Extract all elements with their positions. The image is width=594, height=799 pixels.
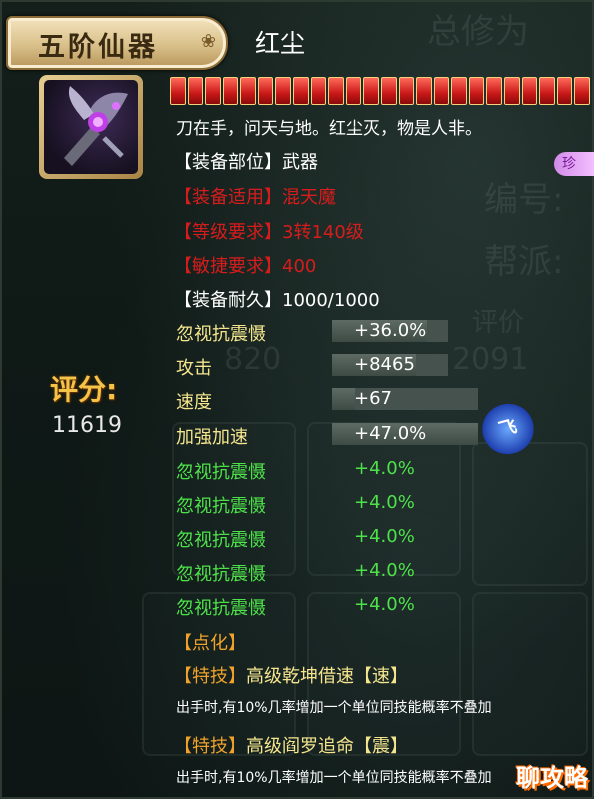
durability-segment: [574, 77, 590, 105]
durability-segment: [451, 77, 467, 105]
durability-bar: [170, 77, 590, 105]
watermark: 聊攻略: [516, 764, 588, 792]
stat-name: 忽视抗震慑: [176, 324, 266, 345]
bonus-stat-name: 忽视抗震慑: [176, 496, 266, 517]
stat-name: 攻击: [176, 358, 212, 379]
skill-prefix: 【特技】: [174, 736, 246, 757]
durability-segment: [275, 77, 292, 105]
score-label: 评分:: [50, 373, 118, 406]
attribute-agility-req: 【敏捷要求】400: [174, 256, 317, 277]
bg-text: 总修为: [427, 12, 529, 52]
durability-segment: [257, 77, 274, 105]
durability-segment: [380, 77, 397, 105]
durability-segment: [521, 77, 538, 105]
durability-segment: [240, 77, 256, 105]
attribute-class-req: 【装备适用】混天魔: [174, 187, 336, 208]
durability-segment: [328, 77, 344, 105]
dianhua-label: 【点化】: [174, 633, 246, 654]
durability-segment: [293, 77, 309, 105]
durability-segment: [503, 77, 520, 105]
durability-segment: [345, 77, 362, 105]
durability-segment: [398, 77, 415, 105]
bg-text: 帮派:: [484, 242, 564, 282]
stat-name: 速度: [176, 392, 212, 413]
durability-segment: [310, 77, 327, 105]
skill-line: 【特技】高级阎罗追命【震】: [174, 732, 408, 758]
skill-prefix: 【特技】: [174, 666, 246, 687]
durability-segment: [170, 77, 186, 105]
durability-segment: [416, 77, 432, 105]
bonus-stat-name: 忽视抗震慑: [176, 564, 266, 585]
bg-text: 编号:: [484, 180, 564, 220]
bg-slot: [472, 592, 588, 756]
durability-segment: [539, 77, 555, 105]
skill-line: 【特技】高级乾坤借速【速】: [174, 662, 408, 688]
skill-note: 出手时,有10%几率增加一个单位同技能概率不叠加: [176, 700, 492, 716]
bg-text: 820: [224, 342, 282, 377]
durability-segment: [468, 77, 485, 105]
attribute-level-req: 【等级要求】3转140级: [174, 222, 364, 243]
skill-note: 出手时,有10%几率增加一个单位同技能概率不叠加: [176, 770, 492, 786]
bg-text: 评价: [472, 308, 525, 338]
score-value: 11619: [52, 413, 122, 438]
bg-text: 2091: [452, 342, 529, 377]
bonus-stat-name: 忽视抗震慑: [176, 530, 266, 551]
durability-segment: [433, 77, 450, 105]
bonus-stat-value: +4.0%: [354, 560, 415, 581]
attribute-slot: 【装备部位】武器: [174, 152, 318, 173]
stat-value: +67: [354, 388, 392, 409]
attribute-durability: 【装备耐久】1000/1000: [174, 290, 380, 311]
durability-segment: [363, 77, 379, 105]
stat-value: +8465: [354, 354, 415, 375]
bonus-stat-value: +4.0%: [354, 492, 415, 513]
item-name: 红尘: [255, 29, 306, 58]
bonus-stat-value: +4.0%: [354, 594, 415, 615]
durability-segment: [486, 77, 502, 105]
grade-title: 五阶仙器: [38, 32, 158, 63]
bonus-stat-value: +4.0%: [354, 458, 415, 479]
ornament-icon: ❀: [200, 31, 216, 52]
skill-name: 高级乾坤借速【速】: [246, 666, 408, 687]
stat-name: 加强加速: [176, 427, 248, 448]
treasure-tag[interactable]: 珍: [554, 152, 594, 176]
durability-segment: [556, 77, 573, 105]
stat-value: +47.0%: [354, 423, 427, 444]
bonus-stat-name: 忽视抗震慑: [176, 598, 266, 619]
durability-segment: [187, 77, 204, 105]
grade-title-plate: 五阶仙器 ❀: [6, 16, 228, 70]
weapon-icon: [39, 75, 143, 179]
item-description: 刀在手，问天与地。红尘灭，物是人非。: [176, 119, 482, 139]
equipment-tooltip-panel: 总修为 编号: 帮派: 评价 820 2091 五阶仙器 ❀ 红尘 刀在手，问天…: [0, 0, 594, 799]
durability-segment: [222, 77, 239, 105]
stat-value: +36.0%: [354, 320, 427, 341]
bonus-stat-name: 忽视抗震慑: [176, 462, 266, 483]
bg-slot: [472, 442, 588, 586]
bonus-stat-value: +4.0%: [354, 526, 415, 547]
skill-name: 高级阎罗追命【震】: [246, 736, 408, 757]
durability-segment: [205, 77, 221, 105]
